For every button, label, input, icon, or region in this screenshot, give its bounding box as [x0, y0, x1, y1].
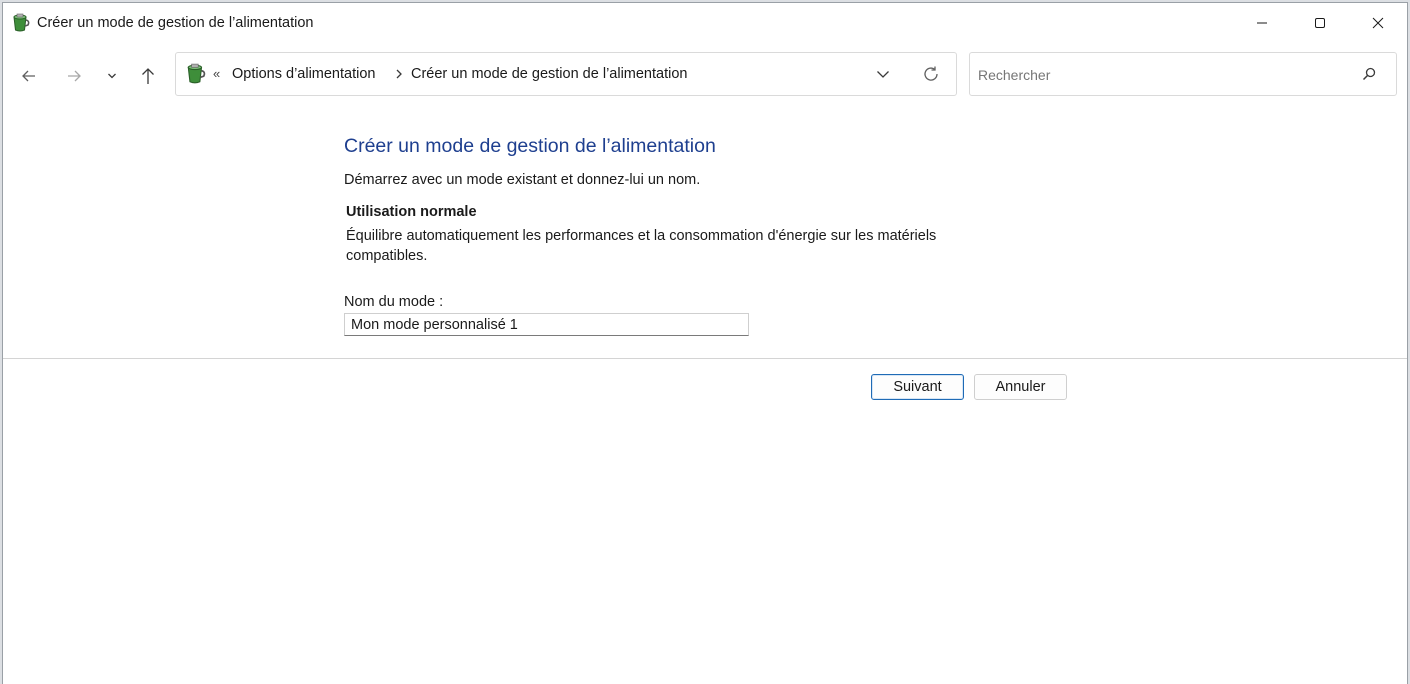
breadcrumb-create-plan[interactable]: Créer un mode de gestion de l’alimentati…: [411, 66, 687, 82]
back-arrow-icon: [22, 70, 35, 82]
plan-name-label: Nom du mode :: [344, 294, 444, 310]
up-button[interactable]: [133, 61, 163, 91]
refresh-icon[interactable]: [922, 65, 940, 88]
plan-name-input[interactable]: [344, 313, 749, 336]
maximize-icon: [1315, 18, 1325, 28]
page-title: Créer un mode de gestion de l’alimentati…: [344, 135, 716, 157]
maximize-button[interactable]: [1291, 3, 1349, 43]
forward-arrow-icon: [68, 70, 81, 82]
minimize-icon: [1257, 22, 1267, 24]
breadcrumb-overflow[interactable]: «: [213, 66, 220, 81]
back-button[interactable]: [14, 61, 44, 91]
plan-description: Équilibre automatiquement les performanc…: [346, 228, 937, 264]
plan-name[interactable]: Utilisation normale: [346, 204, 477, 220]
search-input[interactable]: [978, 65, 1348, 85]
recent-locations-button[interactable]: [97, 61, 127, 91]
title-bar[interactable]: Créer un mode de gestion de l’alimentati…: [3, 3, 1407, 43]
search-box[interactable]: [969, 52, 1397, 96]
breadcrumb-power-options[interactable]: Options d’alimentation: [232, 66, 375, 82]
create-power-plan-window: Créer un mode de gestion de l’alimentati…: [2, 2, 1408, 684]
page-subtitle: Démarrez avec un mode existant et donnez…: [344, 172, 701, 188]
minimize-button[interactable]: [1233, 3, 1291, 43]
power-options-icon: [185, 63, 207, 85]
search-icon[interactable]: [1362, 67, 1376, 86]
forward-button[interactable]: [59, 61, 89, 91]
power-options-icon: [11, 13, 31, 33]
chevron-down-icon: [108, 73, 116, 79]
close-icon: [1372, 17, 1384, 29]
close-button[interactable]: [1349, 3, 1407, 43]
next-button[interactable]: Suivant: [871, 374, 964, 400]
breadcrumb-separator-icon[interactable]: [395, 67, 403, 85]
divider: [3, 358, 1407, 359]
cancel-button[interactable]: Annuler: [974, 374, 1067, 400]
address-history-chevron-icon[interactable]: [876, 67, 890, 85]
window-title: Créer un mode de gestion de l’alimentati…: [37, 15, 314, 31]
address-bar[interactable]: « Options d’alimentation Créer un mode d…: [175, 52, 957, 96]
up-arrow-icon: [142, 68, 154, 84]
